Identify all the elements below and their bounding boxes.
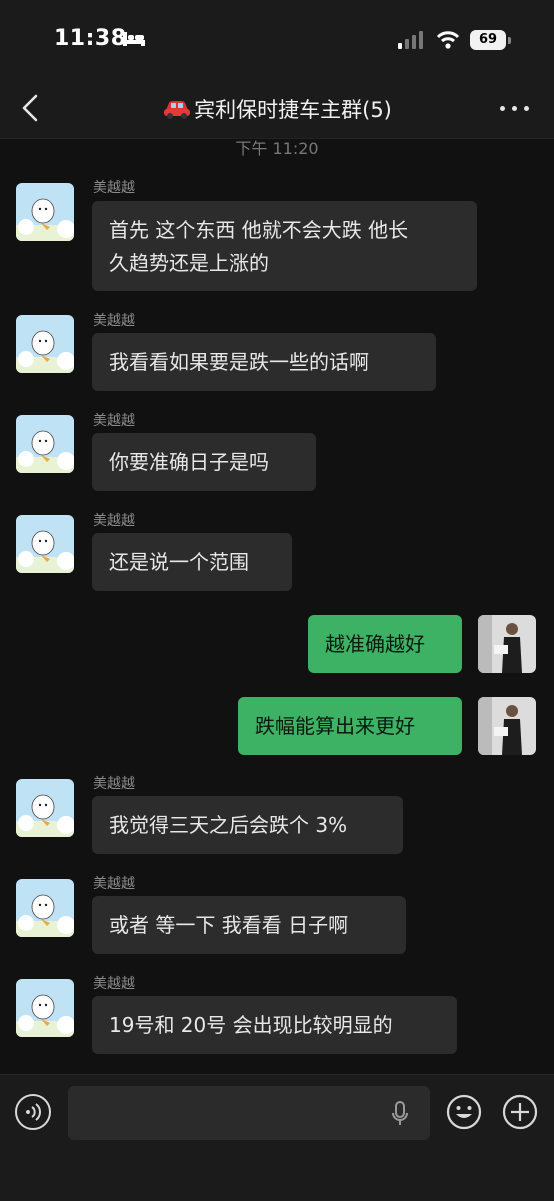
message-bubble[interactable]: 你要准确日子是吗 — [92, 433, 316, 491]
avatar-cartoon-icon — [16, 779, 74, 837]
avatar-cartoon-icon — [16, 183, 74, 241]
more-icon-dot — [524, 106, 529, 111]
message-bubble[interactable]: 首先 这个东西 他就不会大跌 他长 久趋势还是上涨的 — [92, 201, 477, 291]
sender-name: 美越越 — [93, 776, 135, 792]
message-line: 久趋势还是上涨的 — [109, 251, 269, 275]
sender-name: 美越越 — [93, 876, 135, 892]
message-line: 我看看如果要是跌一些的话啊 — [109, 350, 369, 374]
avatar-cartoon-icon — [16, 315, 74, 373]
more-button[interactable] — [500, 98, 532, 118]
message-line: 首先 这个东西 他就不会大跌 他长 — [109, 218, 409, 242]
message-line: 还是说一个范围 — [109, 550, 249, 574]
message-line: 我觉得三天之后会跌个 3% — [109, 813, 348, 837]
battery-icon: 69 — [470, 30, 506, 50]
battery-nub — [508, 37, 511, 44]
emoji-icon[interactable] — [446, 1094, 482, 1130]
input-bar — [0, 1074, 554, 1201]
message-line: 你要准确日子是吗 — [109, 450, 269, 474]
message-line: 越准确越好 — [325, 632, 425, 656]
voice-button[interactable] — [15, 1094, 51, 1130]
sleep-focus-icon — [123, 32, 145, 46]
sender-name: 美越越 — [93, 413, 135, 429]
avatar[interactable] — [16, 415, 74, 473]
status-time: 11:38 — [54, 26, 127, 51]
signal-icon — [398, 31, 423, 49]
message-timestamp: 下午 11:20 — [235, 139, 319, 158]
avatar[interactable] — [16, 879, 74, 937]
message-line: 跌幅能算出来更好 — [255, 714, 415, 738]
message-line: 19号和 20号 会出现比较明显的 — [109, 1013, 393, 1037]
message-bubble[interactable]: 还是说一个范围 — [92, 533, 292, 591]
message-bubble[interactable]: 19号和 20号 会出现比较明显的 — [92, 996, 457, 1054]
my-avatar[interactable] — [478, 697, 536, 755]
sender-name: 美越越 — [93, 313, 135, 329]
avatar-person-icon — [478, 615, 536, 673]
chat-header: 宾利保时捷车主群(5) — [0, 80, 554, 139]
avatar-cartoon-icon — [16, 515, 74, 573]
avatar[interactable] — [16, 979, 74, 1037]
my-avatar[interactable] — [478, 615, 536, 673]
wifi-icon — [436, 31, 460, 49]
more-icon-dot — [500, 106, 505, 111]
sender-name: 美越越 — [93, 976, 135, 992]
chat-title-text: 宾利保时捷车主群(5) — [194, 98, 392, 122]
avatar-cartoon-icon — [16, 979, 74, 1037]
avatar[interactable] — [16, 515, 74, 573]
message-list[interactable]: 下午 11:20 美越越 首先 这个东西 他就不会大跌 他长 久趋势还是上涨的 … — [0, 139, 554, 1074]
voice-icon — [26, 1103, 41, 1121]
message-input[interactable] — [68, 1086, 430, 1140]
sender-name: 美越越 — [93, 513, 135, 529]
message-bubble-outgoing[interactable]: 越准确越好 — [308, 615, 462, 673]
avatar[interactable] — [16, 779, 74, 837]
avatar-person-icon — [478, 697, 536, 755]
avatar-cartoon-icon — [16, 879, 74, 937]
message-bubble[interactable]: 我看看如果要是跌一些的话啊 — [92, 333, 436, 391]
message-bubble[interactable]: 或者 等一下 我看看 日子啊 — [92, 896, 406, 954]
avatar[interactable] — [16, 315, 74, 373]
chat-title[interactable]: 宾利保时捷车主群(5) — [0, 94, 554, 124]
avatar[interactable] — [16, 183, 74, 241]
more-icon-dot — [512, 106, 517, 111]
status-bar: 11:38 69 — [0, 0, 554, 80]
car-emoji-icon — [164, 101, 191, 119]
mic-icon[interactable] — [390, 1101, 410, 1127]
message-bubble-outgoing[interactable]: 跌幅能算出来更好 — [238, 697, 462, 755]
message-line: 或者 等一下 我看看 日子啊 — [109, 913, 349, 937]
avatar-cartoon-icon — [16, 415, 74, 473]
plus-icon[interactable] — [502, 1094, 538, 1130]
sender-name: 美越越 — [93, 180, 135, 196]
message-bubble[interactable]: 我觉得三天之后会跌个 3% — [92, 796, 403, 854]
